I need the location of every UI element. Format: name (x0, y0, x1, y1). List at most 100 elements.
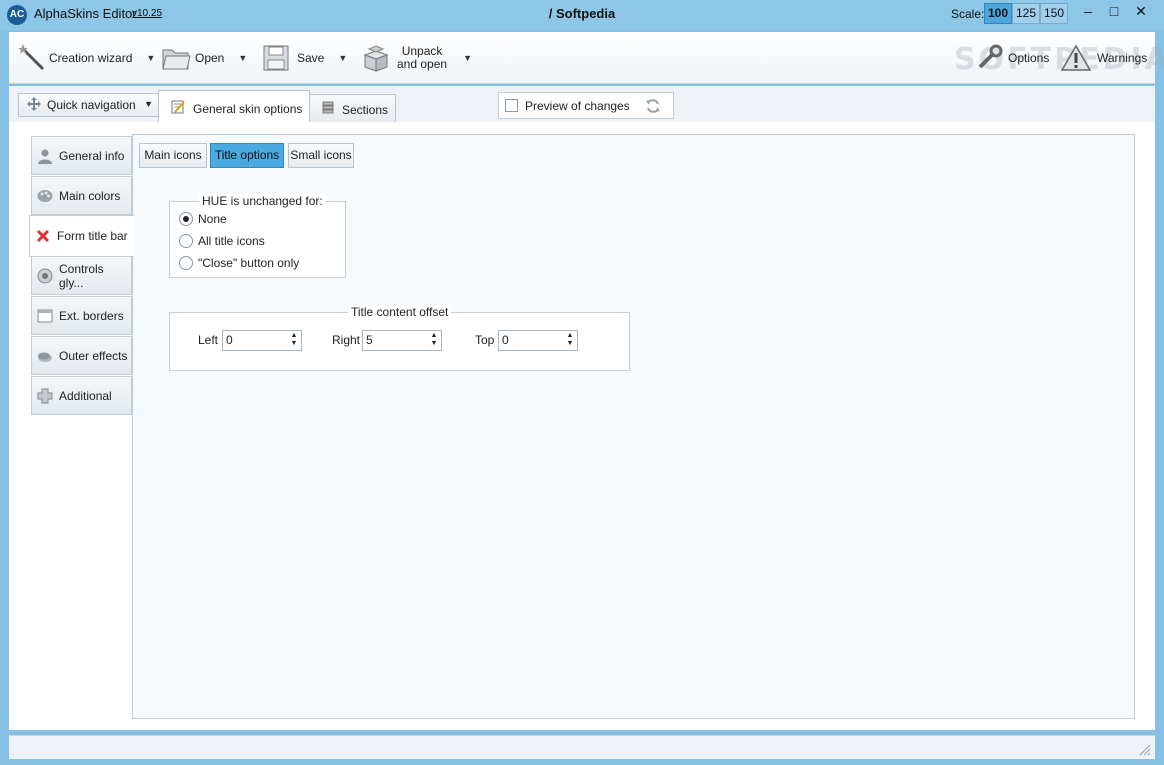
sidebar-item-label: Ext. borders (59, 308, 124, 323)
stack-icon (322, 101, 334, 118)
unpack-label-line1: Unpack (401, 44, 443, 58)
radio-label: None (198, 212, 227, 226)
spinner-arrows-icon[interactable]: ▲ ▼ (565, 332, 575, 348)
sidebar-item-main-colors[interactable]: Main colors (31, 176, 132, 215)
quick-navigation-dropdown[interactable]: Quick navigation ▼ (18, 93, 159, 117)
sidebar-item-outer-effects[interactable]: Outer effects (31, 336, 132, 375)
right-offset-label: Right (332, 333, 361, 347)
left-offset-label: Left (198, 333, 219, 347)
warnings-button[interactable]: Warnings (1059, 32, 1147, 84)
subtab-small-icons[interactable]: Small icons (288, 143, 354, 168)
subtab-title-options[interactable]: Title options (210, 143, 284, 168)
tab-general-skin-options[interactable]: General skin options (158, 90, 310, 126)
save-label: Save (297, 50, 325, 65)
preview-of-changes-toggle[interactable]: Preview of changes (498, 92, 674, 119)
close-button[interactable]: ✕ (1128, 1, 1154, 23)
chevron-down-icon: ▼ (144, 99, 153, 109)
shadow-icon (37, 348, 53, 364)
main-toolbar: SOFTPEDIA Creation wizard ▼ Open ▼ Save … (9, 32, 1164, 84)
folder-icon (159, 41, 193, 75)
creation-wizard-button[interactable]: Creation wizard ▼ (15, 32, 155, 84)
creation-wizard-label: Creation wizard (49, 50, 133, 65)
maximize-button[interactable]: □ (1101, 1, 1127, 23)
user-icon (37, 148, 53, 164)
chevron-down-icon[interactable]: ▼ (463, 53, 472, 63)
palette-icon (37, 188, 53, 204)
preview-label: Preview of changes (525, 98, 630, 113)
offset-group-legend: Title content offset (348, 305, 452, 319)
status-bar (9, 735, 1155, 759)
preview-checkbox[interactable] (505, 99, 518, 112)
title-options-panel: Main icons Title options Small icons HUE… (132, 134, 1135, 719)
navigation-row: Quick navigation ▼ General skin options … (9, 86, 1155, 126)
title-content-offset-group: Title content offset Left 0 ▲ ▼ Right 5 ▲… (169, 305, 630, 371)
right-offset-spinner[interactable]: 5 ▲ ▼ (362, 330, 442, 351)
tab-sections-label: Sections (342, 102, 389, 117)
sidebar-item-label: Outer effects (59, 348, 128, 363)
floppy-disk-icon (259, 41, 293, 75)
options-button[interactable]: Options (972, 32, 1049, 84)
options-label: Options (1008, 50, 1050, 65)
top-offset-spinner[interactable]: 0 ▲ ▼ (498, 330, 578, 351)
unpack-label-line2: and open (397, 57, 448, 71)
radio-button[interactable] (179, 234, 193, 248)
checklist-pencil-icon (171, 100, 185, 117)
scale-100-button[interactable]: 100 (984, 3, 1012, 24)
chevron-down-icon[interactable]: ▼ (338, 53, 347, 63)
hue-unchanged-group: HUE is unchanged for: None All title ico… (169, 194, 346, 278)
spinner-arrows-icon[interactable]: ▲ ▼ (289, 332, 299, 348)
left-offset-spinner[interactable]: 0 ▲ ▼ (222, 330, 302, 351)
open-box-icon (359, 41, 393, 75)
magic-wand-icon (15, 41, 49, 75)
subtab-main-icons[interactable]: Main icons (139, 143, 207, 168)
top-offset-label: Top (475, 333, 495, 347)
radio-glyph-icon (37, 268, 53, 284)
resize-grip-icon[interactable] (1137, 742, 1151, 756)
move-arrows-icon (27, 96, 41, 114)
right-offset-value: 5 (366, 333, 373, 347)
tab-general-skin-options-label: General skin options (193, 101, 303, 116)
scale-150-button[interactable]: 150 (1040, 3, 1068, 24)
sidebar-item-additional[interactable]: Additional (31, 376, 132, 415)
top-offset-value: 0 (502, 333, 509, 347)
app-window: AC AlphaSkins Editor v10.25 / Softpedia … (0, 0, 1164, 765)
chevron-down-icon[interactable]: ▼ (238, 53, 247, 63)
unpack-and-open-label: Unpack and open (397, 45, 447, 71)
chevron-down-icon[interactable]: ▼ (146, 53, 155, 63)
scale-label: Scale: (951, 7, 985, 21)
radio-label: "Close" button only (198, 256, 300, 270)
unpack-and-open-button[interactable]: Unpack and open ▼ (359, 32, 472, 84)
minimize-button[interactable]: – (1075, 1, 1101, 23)
warnings-label: Warnings (1097, 50, 1148, 65)
refresh-icon[interactable] (645, 98, 661, 117)
hue-option-all-title-icons[interactable]: All title icons (179, 234, 265, 248)
sidebar-item-general-info[interactable]: General info (31, 136, 132, 175)
plus-icon (37, 388, 53, 404)
hue-group-legend: HUE is unchanged for: (199, 194, 326, 208)
spinner-arrows-icon[interactable]: ▲ ▼ (429, 332, 439, 348)
tab-sections[interactable]: Sections (309, 94, 396, 125)
hue-option-none[interactable]: None (179, 212, 227, 226)
scale-125-button[interactable]: 125 (1012, 3, 1040, 24)
radio-button[interactable] (179, 212, 193, 226)
hue-option-close-button-only[interactable]: "Close" button only (179, 256, 299, 270)
sidebar-item-label: General info (59, 148, 125, 163)
title-bar: AC AlphaSkins Editor v10.25 / Softpedia … (0, 0, 1164, 30)
radio-button[interactable] (179, 256, 193, 270)
main-content: General info Main colors Form title bar … (9, 122, 1155, 730)
open-button[interactable]: Open ▼ (159, 32, 247, 84)
sidebar-item-label: Controls gly... (59, 261, 104, 290)
wrench-icon (972, 41, 1006, 75)
sidebar-item-label: Additional (59, 388, 112, 403)
sidebar-item-form-title-bar[interactable]: Form title bar (29, 215, 134, 257)
close-x-icon (35, 228, 51, 244)
sidebar-item-ext-borders[interactable]: Ext. borders (31, 296, 132, 335)
sidebar-item-label: Main colors (59, 188, 121, 203)
save-button[interactable]: Save ▼ (259, 32, 347, 84)
sidebar-item-label: Form title bar (57, 229, 128, 243)
sidebar-item-controls-glyphs[interactable]: Controls gly... (31, 256, 132, 295)
open-label: Open (195, 50, 225, 65)
window-border-icon (37, 308, 53, 324)
radio-label: All title icons (198, 234, 265, 248)
quick-navigation-label: Quick navigation (47, 98, 136, 112)
